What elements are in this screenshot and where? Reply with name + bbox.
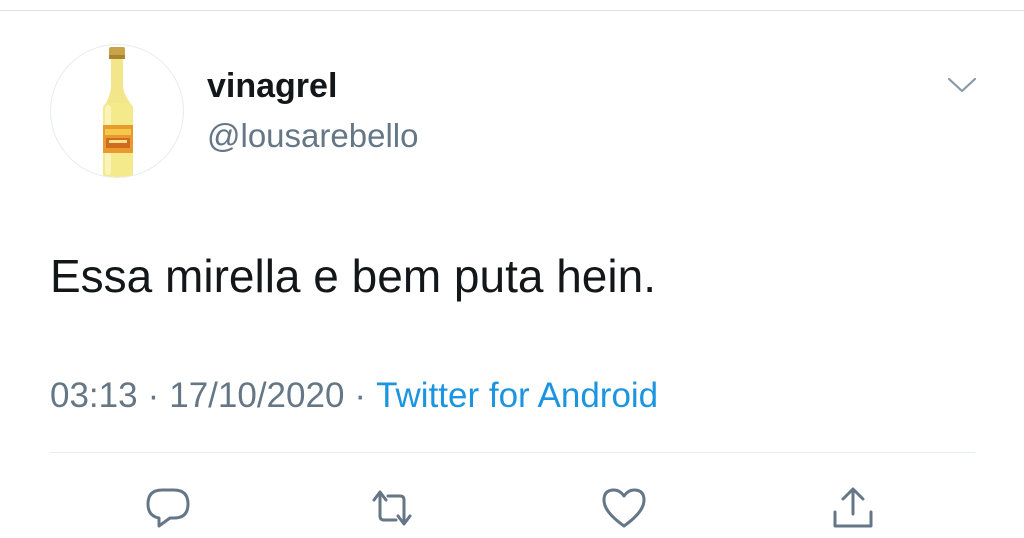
- vinegar-bottle-image: [103, 47, 133, 177]
- share-icon: [833, 487, 873, 528]
- top-divider: [0, 10, 1024, 11]
- like-button[interactable]: [600, 486, 648, 530]
- tweet-text: Essa mirella e bem puta hein.: [50, 250, 656, 302]
- actions-divider: [50, 452, 975, 453]
- display-name[interactable]: vinagrel: [207, 66, 337, 106]
- username[interactable]: @lousarebello: [207, 116, 418, 156]
- tweet-time[interactable]: 03:13: [50, 376, 138, 415]
- avatar[interactable]: [50, 44, 184, 178]
- more-options-button[interactable]: [944, 70, 980, 100]
- meta-separator: ·: [147, 376, 160, 415]
- meta-separator: ·: [354, 376, 367, 415]
- tweet-date[interactable]: 17/10/2020: [169, 376, 344, 415]
- retweet-icon: [372, 490, 412, 526]
- reply-icon: [146, 488, 190, 528]
- share-button[interactable]: [829, 486, 877, 530]
- chevron-down-icon: [947, 77, 977, 93]
- tweet-source-link[interactable]: Twitter for Android: [376, 376, 658, 415]
- retweet-button[interactable]: [368, 486, 416, 530]
- tweet-meta: 03:13 · 17/10/2020 · Twitter for Android: [50, 374, 658, 418]
- heart-icon: [602, 488, 646, 528]
- reply-button[interactable]: [144, 486, 192, 530]
